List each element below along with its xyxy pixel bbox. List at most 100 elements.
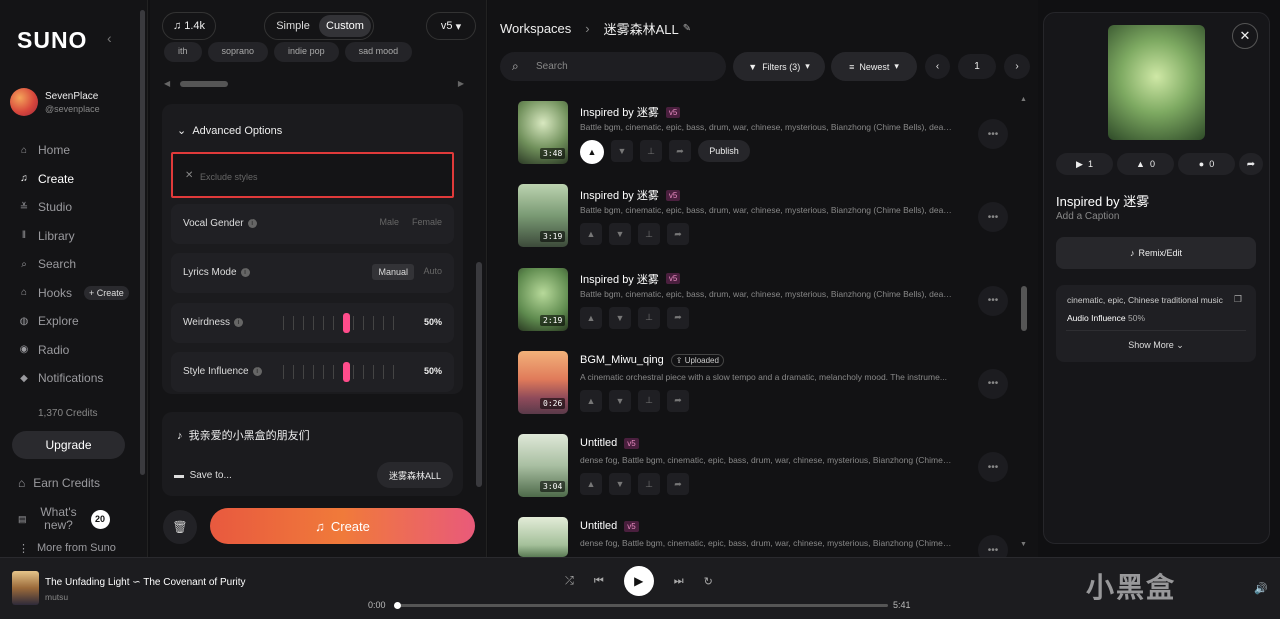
create-button[interactable]: ♫ Create xyxy=(210,508,475,544)
player-title[interactable]: The Unfading Light ∽ The Covenant of Pur… xyxy=(45,577,246,588)
share-icon[interactable]: ➦ xyxy=(667,473,689,496)
sidebar-item-notifications[interactable]: ◆ Notifications xyxy=(18,364,143,393)
next-icon[interactable]: ⏭ xyxy=(674,575,684,588)
share-icon[interactable]: ➦ xyxy=(667,306,689,329)
style-tag[interactable]: indie pop xyxy=(274,42,339,62)
play-button[interactable]: ▶ xyxy=(623,566,654,596)
info-icon[interactable]: i xyxy=(252,366,262,376)
song-cover[interactable]: 3:04 xyxy=(518,434,568,498)
more-options-icon[interactable]: ••• xyxy=(978,202,1008,233)
thumbs-down-icon[interactable]: ▼ xyxy=(611,140,633,162)
prev-page-button[interactable]: ‹ xyxy=(925,54,950,79)
info-icon[interactable]: i xyxy=(247,218,257,228)
list-item[interactable]: 0:26 BGM_Miwu_qing ⇪ Uploaded A cinematic… xyxy=(516,350,1008,433)
earn-credits-link[interactable]: ⌂ Earn Credits xyxy=(18,476,100,490)
version-select[interactable]: v5 ▾ xyxy=(426,12,476,40)
scroll-thumb[interactable] xyxy=(476,262,482,487)
thumbs-down-icon[interactable]: ▼ xyxy=(609,389,631,412)
thumbs-up-icon[interactable]: ▲ xyxy=(580,223,602,246)
save-target-button[interactable]: 迷雾森林ALL xyxy=(376,462,453,488)
like-count-button[interactable]: ▲ 0 xyxy=(1117,153,1174,175)
male-option[interactable]: Male xyxy=(379,217,399,227)
style-tag[interactable]: ith xyxy=(164,42,202,62)
thumbs-down-icon[interactable]: ▼ xyxy=(609,306,631,329)
exclude-styles-input[interactable]: ✕ Exclude styles xyxy=(171,152,454,198)
list-item[interactable]: 3:04 Untitled v5 dense fog, Battle bgm, c… xyxy=(516,433,1008,516)
detail-cover[interactable] xyxy=(1108,25,1205,140)
sort-button[interactable]: ≡ Newest ▾ xyxy=(831,52,917,81)
whats-new-link[interactable]: ▤ What's new? 20 xyxy=(18,506,110,532)
add-caption[interactable]: Add a Caption xyxy=(1056,211,1119,222)
player-artist[interactable]: mutsu xyxy=(45,592,68,602)
more-options-icon[interactable]: ••• xyxy=(978,119,1008,149)
next-page-button[interactable]: › xyxy=(1004,54,1030,79)
search-input[interactable]: ⌕ Search xyxy=(500,52,726,81)
sidebar-item-radio[interactable]: ◉ Radio xyxy=(18,336,143,365)
scroll-thumb[interactable] xyxy=(180,81,228,87)
share-icon[interactable]: ➦ xyxy=(1239,153,1263,175)
song-cover[interactable]: 0:26 xyxy=(518,350,568,414)
slider-knob[interactable] xyxy=(343,362,350,382)
user-profile[interactable]: SevenPlace @sevenplace xyxy=(10,88,100,116)
info-icon[interactable]: i xyxy=(234,317,244,327)
song-title[interactable]: Untitled xyxy=(580,437,617,449)
upgrade-button[interactable]: Upgrade xyxy=(12,431,125,459)
pin-icon[interactable]: ⊥ xyxy=(638,389,660,412)
lyrics-title[interactable]: ♪ 我亲爱的小黑盒的朋友们 xyxy=(177,427,310,443)
thumbs-up-icon[interactable]: ▲ xyxy=(580,140,604,164)
auto-option[interactable]: Auto xyxy=(423,266,442,276)
progress-handle[interactable] xyxy=(394,602,401,609)
thumbs-up-icon[interactable]: ▲ xyxy=(580,306,602,329)
share-icon[interactable]: ➦ xyxy=(667,223,689,246)
page-number[interactable]: 1 xyxy=(958,54,996,79)
weirdness-slider[interactable] xyxy=(281,313,411,333)
list-item[interactable]: 3:48 Inspired by 迷雾 v5 Battle bgm, cinema… xyxy=(516,100,1008,183)
pin-icon[interactable]: ⊥ xyxy=(640,140,662,162)
song-cover[interactable]: 3:48 xyxy=(518,101,568,164)
publish-button[interactable]: Publish xyxy=(698,140,750,162)
female-option[interactable]: Female xyxy=(412,217,442,227)
slider-knob[interactable] xyxy=(343,313,350,333)
style-tag[interactable]: soprano xyxy=(207,42,269,62)
sidebar-item-home[interactable]: ⌂ Home xyxy=(18,136,143,165)
sidebar-item-studio[interactable]: ≚ Studio xyxy=(18,193,143,222)
sidebar-item-hooks[interactable]: ⌂ Hooks + Create xyxy=(18,279,143,308)
song-title[interactable]: Inspired by 迷雾 xyxy=(580,104,659,120)
comment-count-button[interactable]: ● 0 xyxy=(1178,153,1235,175)
create-panel-scrollbar[interactable] xyxy=(476,8,482,493)
scroll-up-icon[interactable]: ▲ xyxy=(1020,96,1027,103)
scroll-thumb[interactable] xyxy=(1021,286,1027,331)
song-list-scrollbar[interactable]: ▲ ▼ xyxy=(1020,96,1028,548)
trash-icon[interactable]: 🗑 xyxy=(163,510,197,544)
more-options-icon[interactable]: ••• xyxy=(978,285,1008,316)
song-title[interactable]: Untitled xyxy=(580,520,617,532)
progress-bar[interactable] xyxy=(394,602,888,609)
sidebar-item-search[interactable]: ⌕ Search xyxy=(18,250,143,279)
song-title[interactable]: Inspired by 迷雾 xyxy=(580,187,659,203)
pin-icon[interactable]: ⊥ xyxy=(638,473,660,496)
scroll-thumb[interactable] xyxy=(140,10,145,475)
tags-scrollbar[interactable]: ◀ ▶ xyxy=(164,79,464,89)
scroll-right-icon[interactable]: ▶ xyxy=(458,79,464,88)
suno-logo[interactable]: SUNO xyxy=(17,27,87,54)
song-title[interactable]: Inspired by 迷雾 xyxy=(580,271,659,287)
previous-icon[interactable]: ⏮ xyxy=(594,575,604,588)
list-item[interactable]: 2:19 Inspired by 迷雾 v5 Battle bgm, cinema… xyxy=(516,267,1008,350)
more-options-icon[interactable]: ••• xyxy=(978,368,1008,399)
thumbs-down-icon[interactable]: ▼ xyxy=(609,223,631,246)
play-count-button[interactable]: ▶ 1 xyxy=(1056,153,1113,175)
sidebar-item-library[interactable]: ‖ Library xyxy=(18,222,143,251)
remix-edit-button[interactable]: ♪ Remix/Edit xyxy=(1056,237,1256,269)
sidebar-item-create[interactable]: ♫ Create xyxy=(18,165,143,194)
volume-icon[interactable]: 🔊 xyxy=(1254,582,1268,595)
close-icon[interactable]: ✕ xyxy=(1232,23,1258,49)
song-count-pill[interactable]: ♫ 1.4k xyxy=(162,12,216,40)
sidebar-scrollbar[interactable] xyxy=(140,10,145,540)
show-more-button[interactable]: Show More ⌄ xyxy=(1056,340,1256,351)
more-from-suno-link[interactable]: ⋮ More from Suno xyxy=(18,542,116,555)
sidebar-item-explore[interactable]: ◍ Explore xyxy=(18,307,143,336)
pin-icon[interactable]: ⊥ xyxy=(638,223,660,246)
share-icon[interactable]: ➦ xyxy=(667,389,689,412)
copy-icon[interactable]: ❐ xyxy=(1234,294,1242,305)
thumbs-up-icon[interactable]: ▲ xyxy=(580,473,602,496)
